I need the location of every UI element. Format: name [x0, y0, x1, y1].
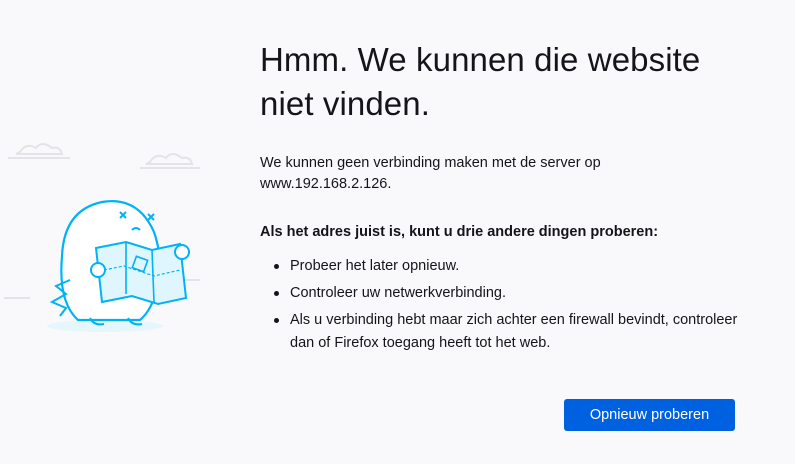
- error-content: Hmm. We kunnen die website niet vinden. …: [260, 38, 750, 359]
- bullet-icon: [274, 318, 279, 324]
- confused-monster-with-map-illustration: [4, 143, 200, 332]
- bullet-icon: [274, 291, 279, 297]
- retry-button[interactable]: Opnieuw proberen: [564, 399, 735, 431]
- suggestion-item: Controleer uw netwerkverbinding.: [274, 282, 750, 305]
- error-page: Hmm. We kunnen die website niet vinden. …: [0, 0, 795, 464]
- suggestion-text: Controleer uw netwerkverbinding.: [290, 285, 506, 302]
- monster-left-hand: [90, 262, 106, 278]
- suggestions-list: Probeer het later opnieuw. Controleer uw…: [260, 255, 750, 355]
- suggestion-text: Probeer het later opnieuw.: [290, 258, 460, 275]
- error-description: We kunnen geen verbinding maken met de s…: [260, 155, 601, 193]
- suggestions-heading: Als het adres juist is, kunt u drie ande…: [260, 224, 659, 241]
- bullet-icon: [274, 264, 279, 270]
- suggestion-text: Als u verbinding hebt maar zich achter e…: [290, 312, 738, 352]
- error-title: Hmm. We kunnen die website niet vinden.: [260, 41, 701, 122]
- suggestion-item: Probeer het later opnieuw.: [274, 255, 750, 278]
- ground-shadow: [47, 320, 163, 332]
- suggestion-item: Als u verbinding hebt maar zich achter e…: [274, 309, 750, 355]
- monster-right-hand: [174, 244, 190, 260]
- map: [94, 240, 188, 306]
